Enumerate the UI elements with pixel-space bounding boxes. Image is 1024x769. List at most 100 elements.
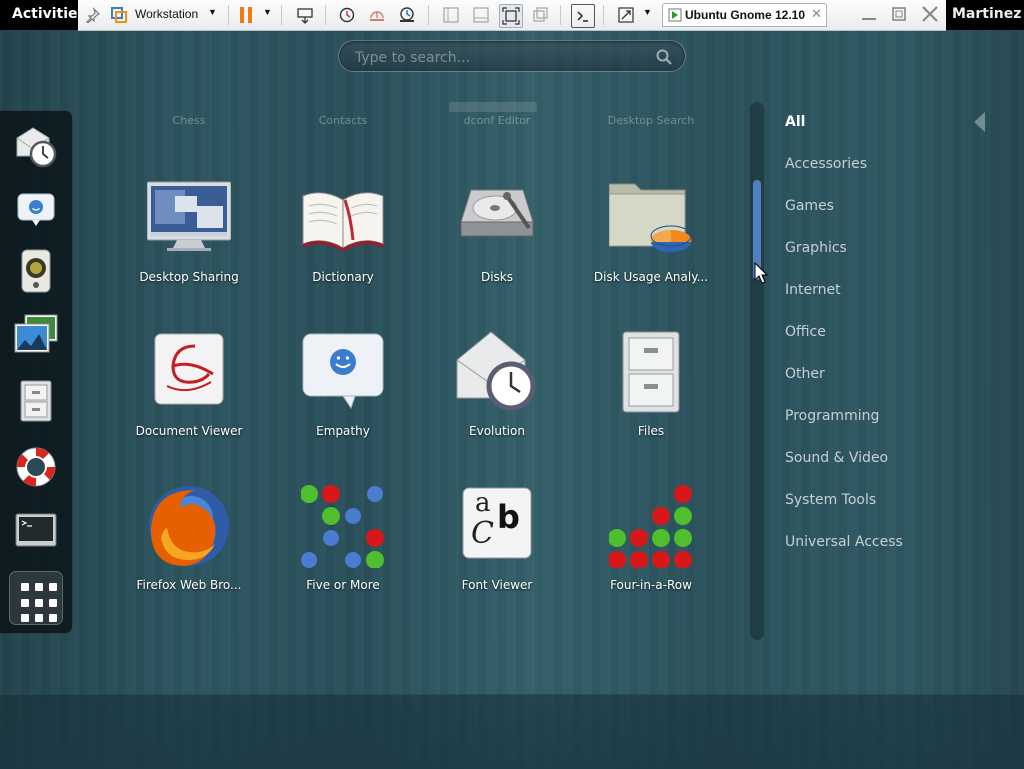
category-accessories[interactable]: Accessories: [785, 156, 867, 172]
desktop-sharing-icon: [147, 181, 231, 251]
app-label-dconf-editor[interactable]: dconf Editor: [420, 114, 574, 127]
show-applications-button[interactable]: [9, 571, 63, 625]
shotwell-photos-icon: [14, 314, 58, 353]
grid-icon-dot: [35, 614, 43, 623]
category-internet[interactable]: Internet: [785, 282, 841, 298]
help-lifebuoy-icon: [16, 447, 56, 487]
empathy-chat-icon: [17, 193, 55, 226]
vm-tab-title: Ubuntu Gnome 12.10: [685, 8, 806, 22]
app-label: Four-in-a-Row: [610, 578, 692, 592]
sidebar-view-icon[interactable]: [440, 4, 462, 26]
minimize-icon[interactable]: [860, 6, 878, 22]
pin-icon[interactable]: [82, 4, 104, 26]
category-graphics[interactable]: Graphics: [785, 240, 847, 256]
toolbar-divider: [228, 5, 229, 25]
dictionary-book-icon: [302, 192, 384, 252]
grid-icon-dot: [49, 614, 57, 623]
app-label: Files: [637, 424, 665, 438]
snapshot-icon[interactable]: [336, 4, 358, 26]
dash-item-empathy[interactable]: [10, 183, 62, 235]
vm-library-label[interactable]: Workstation: [135, 7, 198, 21]
dash-item-evolution[interactable]: [10, 121, 62, 173]
snapshot-manager-icon[interactable]: [396, 4, 418, 26]
document-viewer-icon: [154, 333, 224, 405]
four-in-a-row-icon: [609, 485, 692, 568]
dconf-icon-fragment: [449, 102, 537, 112]
category-sound-video[interactable]: Sound & Video: [785, 450, 888, 466]
app-files[interactable]: Files: [574, 330, 728, 480]
dash-item-rhythmbox[interactable]: [10, 245, 62, 297]
app-disk-usage-analyzer[interactable]: Disk Usage Analy...: [574, 176, 728, 326]
vm-running-icon: [668, 8, 682, 22]
unity-view-icon[interactable]: [529, 4, 551, 26]
grid-icon-dot: [49, 598, 57, 607]
app-label-contacts[interactable]: Contacts: [266, 114, 420, 127]
maximize-icon[interactable]: [890, 6, 908, 22]
app-disks[interactable]: Disks: [420, 176, 574, 326]
toolbar-divider: [560, 5, 561, 25]
five-or-more-icon: [301, 485, 384, 568]
app-firefox[interactable]: Firefox Web Bro...: [112, 484, 266, 634]
toolbar-divider: [325, 5, 326, 25]
app-label: Five or More: [306, 578, 380, 592]
glyph-a: a: [475, 488, 491, 518]
disk-usage-analyzer-icon: [609, 183, 692, 252]
app-empathy[interactable]: Empathy: [266, 330, 420, 480]
category-system-tools[interactable]: System Tools: [785, 492, 876, 508]
revert-snapshot-icon[interactable]: [366, 4, 388, 26]
empathy-chat-icon: [302, 333, 384, 410]
app-font-viewer[interactable]: a b C Font Viewer: [420, 484, 574, 634]
chevron-down-icon[interactable]: ▼: [263, 7, 272, 17]
search-box[interactable]: [338, 40, 686, 72]
app-evolution[interactable]: Evolution: [420, 330, 574, 480]
app-four-in-a-row[interactable]: Four-in-a-Row: [574, 484, 728, 634]
app-five-or-more[interactable]: Five or More: [266, 484, 420, 634]
dash-item-terminal[interactable]: [10, 505, 62, 557]
app-document-viewer[interactable]: Document Viewer: [112, 330, 266, 480]
grid-icon-dot: [35, 583, 43, 591]
app-label: Disks: [480, 270, 514, 284]
workstation-logo-icon[interactable]: [108, 4, 130, 26]
category-office[interactable]: Office: [785, 324, 826, 340]
console-view-icon[interactable]: [571, 4, 595, 28]
close-icon[interactable]: ✕: [811, 6, 822, 22]
thumbnail-view-icon[interactable]: [470, 4, 492, 26]
send-keys-icon[interactable]: [294, 4, 316, 26]
chevron-down-icon[interactable]: ▼: [208, 7, 217, 17]
pause-icon[interactable]: [235, 4, 257, 26]
category-games[interactable]: Games: [785, 198, 834, 214]
search-icon: [656, 49, 672, 65]
activities-button[interactable]: Activities: [0, 0, 86, 30]
app-desktop-sharing[interactable]: Desktop Sharing: [112, 176, 266, 326]
font-viewer-glyphs: a b C: [455, 484, 539, 568]
grid-icon-dot: [49, 583, 57, 591]
selected-category-arrow-icon: [974, 112, 985, 132]
mouse-pointer-icon: [754, 262, 768, 284]
dash-item-shotwell[interactable]: [10, 309, 62, 361]
app-dictionary[interactable]: Dictionary: [266, 176, 420, 326]
close-window-icon[interactable]: [920, 4, 940, 24]
files-cabinet-icon: [20, 380, 52, 422]
user-menu[interactable]: Martinez: [946, 0, 1024, 30]
app-label-chess[interactable]: Chess: [112, 114, 266, 127]
vm-tab-ubuntu[interactable]: Ubuntu Gnome 12.10 ✕: [662, 3, 827, 27]
evolution-mail-clock-icon: [16, 127, 57, 168]
chevron-down-icon[interactable]: ▼: [643, 7, 652, 17]
app-label: Evolution: [469, 424, 525, 438]
files-cabinet-icon: [622, 331, 680, 413]
grid-icon-dot: [21, 598, 29, 607]
workspace-bottom-area: [0, 694, 1024, 769]
app-label-desktop-search[interactable]: Desktop Search: [574, 114, 728, 127]
disks-drive-icon: [460, 189, 534, 237]
search-input[interactable]: [353, 47, 647, 69]
dash-item-help[interactable]: [10, 441, 62, 493]
category-programming[interactable]: Programming: [785, 408, 879, 424]
evolution-mail-clock-icon: [456, 331, 536, 411]
dash-item-files[interactable]: [10, 375, 62, 427]
app-label: Firefox Web Bro...: [136, 578, 242, 592]
category-all[interactable]: All: [785, 114, 805, 130]
full-screen-icon[interactable]: [499, 4, 523, 28]
category-other[interactable]: Other: [785, 366, 825, 382]
category-universal-access[interactable]: Universal Access: [785, 534, 903, 550]
stretch-guest-icon[interactable]: [615, 4, 637, 26]
